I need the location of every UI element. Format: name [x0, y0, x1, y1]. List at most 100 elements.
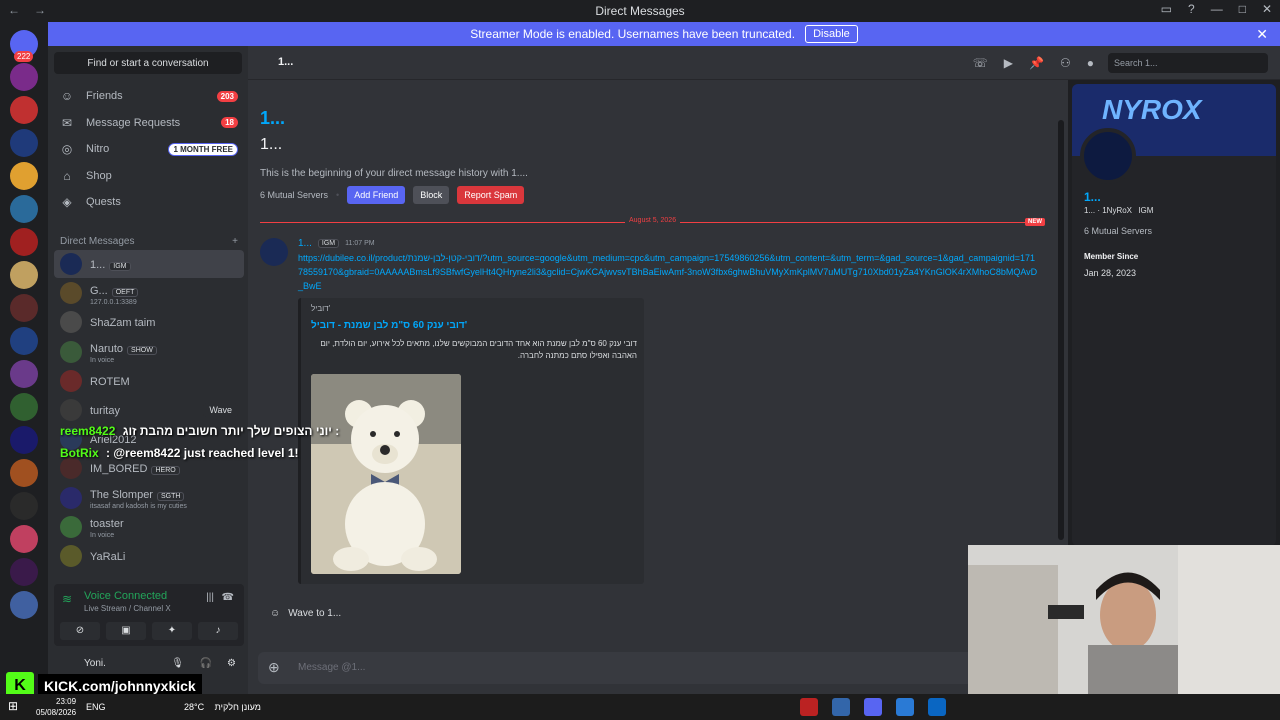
- report-spam-button[interactable]: Report Spam: [457, 186, 525, 204]
- embed-image[interactable]: [311, 374, 461, 574]
- dm-item[interactable]: The Slomper SGTH itsasaf and kadosh is my …: [54, 484, 244, 512]
- chat-header: 1... ☏ ▶ 📌 ⚇ ● Search 1...: [248, 46, 1280, 80]
- server-icon[interactable]: [10, 426, 38, 454]
- activities-button[interactable]: ✦: [152, 622, 192, 640]
- call-icon[interactable]: ☏: [973, 56, 988, 70]
- profile-mutual[interactable]: 6 Mutual Servers: [1084, 226, 1152, 236]
- wave-prompt[interactable]: ☺ Wave to 1...: [270, 608, 341, 619]
- noise-icon[interactable]: |||: [206, 592, 214, 603]
- block-button[interactable]: Block: [413, 186, 450, 204]
- pin-icon[interactable]: 📌: [1029, 56, 1044, 70]
- embed-provider: דוביל': [311, 304, 331, 313]
- dm-name: YaRaLi: [90, 551, 126, 563]
- wave-button[interactable]: Wave: [203, 403, 238, 417]
- mutual-servers[interactable]: 6 Mutual Servers: [260, 190, 328, 200]
- weather-temp: 28°C: [184, 702, 205, 712]
- voice-panel: ≋ Voice Connected Live Stream / Channel …: [54, 584, 244, 646]
- dm-item[interactable]: ROTEM: [54, 367, 244, 395]
- dm-text: Naruto SHOW In voice: [90, 339, 157, 364]
- maximize-icon[interactable]: □: [1239, 2, 1246, 16]
- message-avatar[interactable]: [260, 238, 288, 266]
- app-icon[interactable]: [832, 698, 850, 716]
- dm-item[interactable]: toaster In voice: [54, 513, 244, 541]
- screen-share-button[interactable]: ▣: [106, 622, 146, 640]
- mic-icon[interactable]: 🎙: [171, 658, 184, 669]
- add-member-icon[interactable]: ⚇: [1060, 56, 1071, 70]
- app-icon[interactable]: [896, 698, 914, 716]
- server-icon[interactable]: [10, 360, 38, 388]
- nav-quests[interactable]: ◈ Quests: [54, 190, 244, 214]
- server-icon[interactable]: [10, 459, 38, 487]
- server-icon[interactable]: [10, 591, 38, 619]
- server-icon[interactable]: [10, 129, 38, 157]
- server-icon[interactable]: [10, 558, 38, 586]
- app-icon[interactable]: [928, 698, 946, 716]
- nav-message-requests[interactable]: ✉ Message Requests 18: [54, 111, 244, 135]
- profile-avatar[interactable]: [1080, 128, 1136, 184]
- scrollbar[interactable]: [1058, 120, 1064, 540]
- nav-label: Message Requests: [86, 116, 181, 129]
- add-friend-button[interactable]: Add Friend: [347, 186, 406, 204]
- server-icon[interactable]: [10, 261, 38, 289]
- nav-nitro[interactable]: ◎ Nitro 1 MONTH FREE: [54, 137, 244, 161]
- dm-item[interactable]: 1... IGM: [54, 250, 244, 278]
- message-composer[interactable]: ⊕ Message @1... 🎁: [258, 652, 1018, 684]
- avatar: [60, 340, 82, 363]
- server-icon[interactable]: [10, 63, 38, 91]
- headset-icon[interactable]: 🎧: [200, 658, 212, 669]
- close-banner-icon[interactable]: ✕: [1256, 26, 1268, 43]
- dm-item[interactable]: turitay Wave: [54, 396, 244, 424]
- back-arrow-icon[interactable]: ←: [8, 3, 20, 17]
- find-conversation-button[interactable]: Find or start a conversation: [54, 52, 242, 74]
- help-icon[interactable]: ?: [1188, 2, 1195, 16]
- search-input[interactable]: Search 1...: [1108, 53, 1268, 73]
- server-icon[interactable]: [10, 228, 38, 256]
- weather-widget[interactable]: 28°C מעונן חלקית: [184, 702, 261, 712]
- inbox-icon[interactable]: ▭: [1161, 2, 1172, 16]
- dm-tag: SGTH: [156, 492, 185, 502]
- profile-icon[interactable]: ●: [1087, 56, 1094, 70]
- server-icon[interactable]: [10, 195, 38, 223]
- server-icon[interactable]: [10, 525, 38, 553]
- message-link[interactable]: https://dubilee.co.il/product/דובי-קטן-ל…: [298, 251, 1038, 293]
- composer-placeholder[interactable]: Message @1...: [298, 662, 365, 673]
- dm-name-row: turitay: [90, 401, 120, 419]
- app-icon[interactable]: [800, 698, 818, 716]
- clock[interactable]: 23:09 05/08/2026: [36, 696, 76, 718]
- message-author[interactable]: 1...: [298, 238, 312, 249]
- attach-icon[interactable]: ⊕: [268, 659, 280, 676]
- add-dm-icon[interactable]: +: [232, 236, 238, 247]
- dm-name-row: 1... IGM: [90, 255, 131, 273]
- server-icon[interactable]: [10, 96, 38, 124]
- soundboard-button[interactable]: ♪: [198, 622, 238, 640]
- disable-button[interactable]: Disable: [805, 25, 858, 43]
- embed-title[interactable]: דובי ענק 60 ס"מ לבן שמנת - דוביל': [311, 320, 467, 331]
- minimize-icon[interactable]: —: [1211, 2, 1223, 16]
- video-icon[interactable]: ▶: [1004, 56, 1013, 70]
- camera-off-button[interactable]: ⊘: [60, 622, 100, 640]
- nav-arrows: ← →: [8, 3, 46, 17]
- dm-item[interactable]: YaRaLi: [54, 542, 244, 570]
- discord-home-icon[interactable]: 222: [10, 30, 38, 62]
- dm-item[interactable]: G... OEFT 127.0.0.1:3389: [54, 279, 244, 307]
- server-icon[interactable]: [10, 492, 38, 520]
- server-icon[interactable]: [10, 393, 38, 421]
- nav-shop[interactable]: ⌂ Shop: [54, 164, 244, 188]
- dm-item[interactable]: Naruto SHOW In voice: [54, 338, 244, 366]
- server-icon[interactable]: [10, 162, 38, 190]
- dm-text: G... OEFT 127.0.0.1:3389: [90, 281, 139, 306]
- dm-sub-title: 1...: [260, 136, 283, 153]
- discord-taskbar-icon[interactable]: [864, 698, 882, 716]
- disconnect-icon[interactable]: ☎: [222, 592, 234, 603]
- close-window-icon[interactable]: ✕: [1262, 2, 1272, 16]
- settings-icon[interactable]: ⚙: [227, 658, 236, 669]
- server-icon[interactable]: [10, 294, 38, 322]
- forward-arrow-icon[interactable]: →: [34, 3, 46, 17]
- language-indicator[interactable]: ENG: [86, 702, 106, 712]
- dm-text: 1... IGM: [90, 255, 131, 273]
- nav-friends[interactable]: ☺ Friends 203: [54, 84, 244, 108]
- windows-icon[interactable]: ⊞: [8, 699, 18, 713]
- server-icon[interactable]: [10, 327, 38, 355]
- dm-item[interactable]: ShaZam taim: [54, 308, 244, 336]
- nav-label: Quests: [86, 196, 121, 208]
